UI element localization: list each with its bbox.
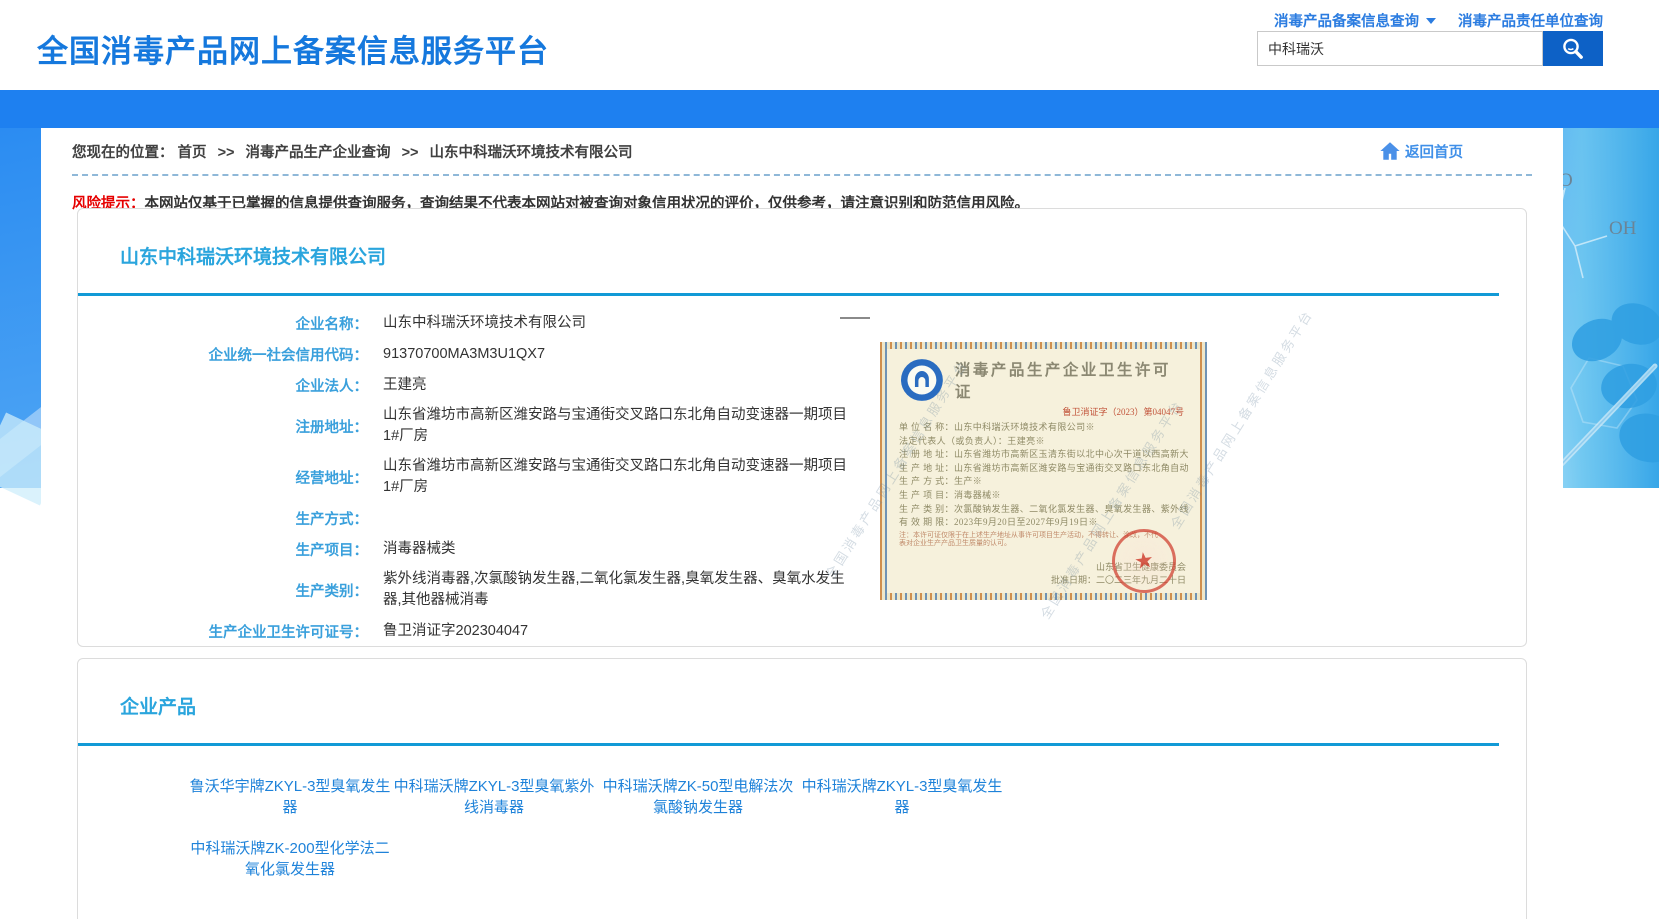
breadcrumb-prefix: 您现在的位置： [72,145,174,161]
certificate-line: 生 产 项 目：消毒器械※ [899,489,1188,503]
company-products-card: 企业产品 鲁沃华宇牌ZKYL-3型臭氧发生器 中科瑞沃牌ZKYL-3型臭氧紫外线… [77,658,1527,919]
products-card-title: 企业产品 [78,659,1526,719]
nav-link-responsible-unit-query[interactable]: 消毒产品责任单位查询 [1458,10,1603,31]
search-input[interactable] [1257,31,1543,66]
field-value: 91370700MA3M3U1QX7 [383,344,545,365]
field-value: 山东省潍坊市高新区潍安路与宝通街交叉路口东北角自动变速器一期项目1#厂房 [383,456,848,498]
nav-link-registration-query[interactable]: 消毒产品备案信息查询 [1274,10,1436,31]
certificate-line: 有 效 期 限：2023年9月20日至2027年9月19日※ [899,516,1188,530]
search-icon [1560,36,1586,62]
field-value: 山东省潍坊市高新区潍安路与宝通街交叉路口东北角自动变速器一期项目1#厂房 [383,405,848,447]
title-underline [78,743,1499,746]
company-field-row: 企业法人： 王建亮 [78,374,1526,396]
field-label: 企业名称： [78,313,368,334]
home-icon [1378,140,1402,162]
product-link[interactable]: 中科瑞沃牌ZKYL-3型臭氧发生器 [800,776,1004,818]
certificate-lines: 单 位 名 称：山东中科瑞沃环境技术有限公司※ 法定代表人（或负责人）：王建亮※… [899,421,1188,530]
company-field-row: 注册地址： 山东省潍坊市高新区潍安路与宝通街交叉路口东北角自动变速器一期项目1#… [78,405,1526,447]
breadcrumb-separator: >> [402,145,419,161]
back-home-link[interactable]: 返回首页 [1378,140,1463,162]
field-label: 注册地址： [78,416,368,437]
back-home-label: 返回首页 [1405,141,1463,162]
certificate-header: 消毒产品生产企业卫生许可证 [899,357,1188,403]
certificate-title: 消毒产品生产企业卫生许可证 [955,358,1188,402]
product-link[interactable]: 鲁沃华宇牌ZKYL-3型臭氧发生器 [188,776,392,818]
field-value: 消毒器械类 [383,539,456,560]
breadcrumb-row: 您现在的位置： 首页 >> 消毒产品生产企业查询 >> 山东中科瑞沃环境技术有限… [41,128,1563,162]
search-button[interactable] [1543,31,1603,66]
company-field-row: 生产项目： 消毒器械类 [78,538,1526,560]
nav-link-label: 消毒产品责任单位查询 [1458,10,1603,31]
field-label: 生产项目： [78,539,368,560]
breadcrumb-section-link[interactable]: 消毒产品生产企业查询 [246,145,391,161]
field-value: 鲁卫消证字202304047 [383,621,528,642]
license-certificate-image: 消毒产品生产企业卫生许可证 鲁卫消证字（2023）第04047号 单 位 名 称… [880,342,1207,600]
field-label: 经营地址： [78,467,368,488]
certificate-emblem-icon [899,357,945,403]
certificate-line: 生 产 类 别：次氯酸钠发生器、二氧化氯发生器、臭氧发生器、紫外线消毒器械※ [899,503,1188,517]
mini-dash-decor [840,317,870,319]
company-info-card: 山东中科瑞沃环境技术有限公司 企业名称： 山东中科瑞沃环境技术有限公司 企业统一… [77,208,1527,647]
company-card-title: 山东中科瑞沃环境技术有限公司 [78,209,1526,269]
product-list: 鲁沃华宇牌ZKYL-3型臭氧发生器 中科瑞沃牌ZKYL-3型臭氧紫外线消毒器 中… [188,776,1526,880]
nav-link-label: 消毒产品备案信息查询 [1274,10,1419,31]
field-label: 企业法人： [78,375,368,396]
field-value: 山东中科瑞沃环境技术有限公司 [383,313,586,334]
certificate-number: 鲁卫消证字（2023）第04047号 [899,405,1188,418]
product-link[interactable]: 中科瑞沃牌ZK-200型化学法二氧化氯发生器 [188,838,392,880]
product-link[interactable]: 中科瑞沃牌ZKYL-3型臭氧紫外线消毒器 [392,776,596,818]
breadcrumb-current: 山东中科瑞沃环境技术有限公司 [430,145,633,161]
chevron-down-icon [1426,18,1436,24]
breadcrumb-separator: >> [218,145,235,161]
field-label: 企业统一社会信用代码： [78,344,368,365]
company-field-row: 生产企业卫生许可证号： 鲁卫消证字202304047 [78,620,1526,642]
company-field-row: 经营地址： 山东省潍坊市高新区潍安路与宝通街交叉路口东北角自动变速器一期项目1#… [78,456,1526,498]
title-underline [78,293,1499,296]
certificate-line: 单 位 名 称：山东中科瑞沃环境技术有限公司※ [899,421,1188,435]
company-field-row: 生产类别： 紫外线消毒器,次氯酸钠发生器,二氧化氯发生器,臭氧发生器、臭氧水发生… [78,569,1526,611]
certificate-line: 生 产 地 址：山东省潍坊市高新区潍安路与宝通街交叉路口东北角自动变速器一期项目… [899,462,1188,476]
field-value: 王建亮 [383,375,427,396]
product-link[interactable]: 中科瑞沃牌ZK-50型电解法次氯酸钠发生器 [596,776,800,818]
site-title: 全国消毒产品网上备案信息服务平台 [37,26,549,71]
site-header: 全国消毒产品网上备案信息服务平台 消毒产品备案信息查询 消毒产品责任单位查询 [0,0,1659,90]
breadcrumb: 您现在的位置： 首页 >> 消毒产品生产企业查询 >> 山东中科瑞沃环境技术有限… [72,141,633,162]
certificate-line: 注 册 地 址：山东省潍坊市高新区玉清东街以北中心次干道以西高新大厦902号科苑… [899,448,1188,462]
company-field-row: 企业统一社会信用代码： 91370700MA3M3U1QX7 [78,343,1526,365]
certificate-line: 生 产 方 式：生产※ [899,475,1188,489]
breadcrumb-home-link[interactable]: 首页 [178,145,207,161]
content-container: 您现在的位置： 首页 >> 消毒产品生产企业查询 >> 山东中科瑞沃环境技术有限… [41,128,1563,919]
field-label: 生产方式： [78,508,368,529]
certificate-line: 法定代表人（或负责人）：王建亮※ [899,435,1188,449]
company-field-row: 企业名称： 山东中科瑞沃环境技术有限公司 [78,312,1526,334]
banner [0,90,1659,128]
top-nav: 消毒产品备案信息查询 消毒产品责任单位查询 [1274,10,1603,31]
field-value: 紫外线消毒器,次氯酸钠发生器,二氧化氯发生器,臭氧发生器、臭氧水发生器,其他器械… [383,569,848,611]
field-label: 生产企业卫生许可证号： [78,621,368,642]
dashed-divider [72,174,1532,176]
company-field-row: 生产方式： [78,507,1526,529]
molecule-oh-label: OH [1609,218,1637,239]
company-fields: 企业名称： 山东中科瑞沃环境技术有限公司 企业统一社会信用代码： 9137070… [78,312,1526,647]
search-bar [1257,31,1603,66]
field-label: 生产类别： [78,580,368,601]
